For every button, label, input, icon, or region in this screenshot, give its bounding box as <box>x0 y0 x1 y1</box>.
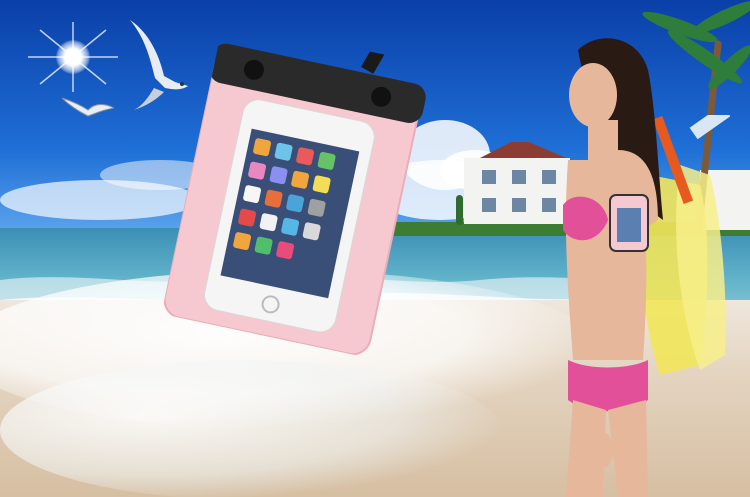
seagull-icon <box>62 97 114 117</box>
sea-foam <box>0 360 500 497</box>
palm-tree <box>456 195 463 225</box>
woman-in-bikini <box>563 38 663 497</box>
seagull-icon <box>130 20 188 110</box>
sun-rays <box>28 22 118 92</box>
beach-scene <box>0 0 750 497</box>
